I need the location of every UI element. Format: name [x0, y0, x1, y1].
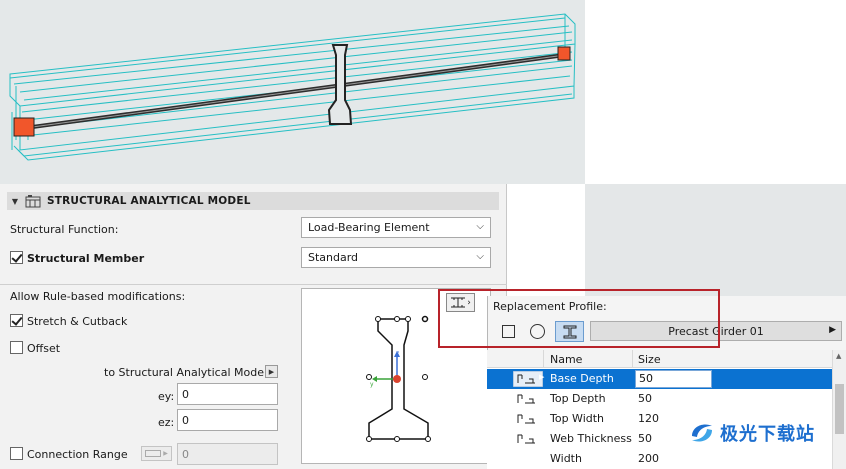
play-arrow-icon: ▶ [829, 325, 836, 335]
offset-label: Offset [27, 342, 61, 355]
structural-function-select[interactable]: Load-Bearing Element ⌵ [301, 217, 491, 238]
column-divider [543, 350, 544, 368]
structural-member-checkbox[interactable] [10, 251, 23, 264]
scroll-up-icon[interactable]: ▲ [836, 352, 841, 360]
structural-member-label: Structural Member [27, 252, 145, 265]
ez-input[interactable]: 0 [177, 409, 278, 431]
stretch-cutback-label: Stretch & Cutback [27, 315, 128, 328]
to-sam-label: to Structural Analytical Model [104, 366, 268, 379]
divider [0, 284, 507, 285]
row-size[interactable]: 200 [638, 452, 659, 465]
watermark: 极光下载站 [688, 418, 838, 448]
row-name: Top Width [550, 412, 605, 425]
table-row[interactable]: ▶ Base Depth 50 [487, 369, 832, 389]
parameter-icon [517, 414, 535, 424]
start-node-icon[interactable] [13, 117, 35, 137]
highlight-frame [438, 289, 720, 348]
settings-panel: ▼ STRUCTURAL ANALYTICAL MODEL Structural… [0, 184, 507, 469]
stretch-cutback-checkbox[interactable] [10, 314, 23, 327]
ey-label: ey: [158, 390, 175, 403]
table-row[interactable]: Width 200 [487, 449, 832, 469]
3d-viewport[interactable] [0, 0, 585, 184]
column-header-size[interactable]: Size [638, 353, 661, 366]
row-size-input[interactable]: 50 [635, 370, 712, 388]
structural-model-icon [23, 194, 43, 208]
play-arrow-icon: ▶ [163, 450, 168, 457]
girder-3d-model [9, 13, 576, 161]
chevron-down-icon: ⌵ [476, 251, 484, 262]
ey-input[interactable]: 0 [177, 383, 278, 405]
chevron-down-icon: ⌵ [476, 221, 484, 232]
connection-range-checkbox[interactable] [10, 447, 23, 460]
row-size[interactable]: 50 [638, 392, 652, 405]
column-header-name[interactable]: Name [550, 353, 582, 366]
watermark-text: 极光下载站 [720, 424, 815, 445]
row-size[interactable]: 120 [638, 412, 659, 425]
row-name: Top Depth [550, 392, 606, 405]
table-row[interactable]: Top Depth 50 [487, 389, 832, 409]
watermark-logo-icon [692, 424, 712, 442]
range-type-button[interactable]: ▶ [141, 446, 172, 461]
ez-label: ez: [158, 416, 175, 429]
allow-rule-label: Allow Rule-based modifications: [10, 290, 186, 303]
offset-checkbox[interactable] [10, 341, 23, 354]
column-divider [632, 350, 633, 368]
collapse-caret-icon[interactable]: ▼ [7, 197, 23, 206]
panel-header[interactable]: ▼ STRUCTURAL ANALYTICAL MODEL [7, 192, 499, 210]
parameter-icon [517, 434, 535, 444]
panel-title: STRUCTURAL ANALYTICAL MODEL [47, 195, 251, 207]
end-node-icon[interactable] [557, 46, 571, 61]
structural-member-value: Standard [308, 251, 359, 264]
ez-value: 0 [182, 413, 189, 427]
row-size[interactable]: 50 [638, 432, 652, 445]
canvas-background [585, 184, 846, 296]
row-name: Width [550, 452, 582, 465]
range-bar-icon [145, 450, 162, 457]
row-name: Web Thickness [550, 432, 632, 445]
connection-range-value: 0 [182, 447, 189, 461]
structural-member-select[interactable]: Standard ⌵ [301, 247, 491, 268]
structural-function-label: Structural Function: [10, 223, 119, 236]
connection-range-input[interactable]: 0 [177, 443, 278, 465]
expand-arrow-icon[interactable]: ▶ [539, 373, 544, 381]
svg-text:z: z [396, 350, 399, 357]
play-arrow-button[interactable]: ▶ [265, 365, 278, 378]
structural-function-value: Load-Bearing Element [308, 221, 430, 234]
table-scrollbar[interactable]: ▲ [832, 350, 846, 469]
parameter-icon [517, 394, 535, 404]
ey-value: 0 [182, 387, 189, 401]
parameter-table: Name Size ▶ Base Depth 50 Top Depth 50 T… [487, 350, 846, 469]
row-name: Base Depth [550, 372, 614, 385]
connection-range-label: Connection Range [27, 448, 128, 461]
svg-text:y: y [370, 381, 374, 388]
table-header: Name Size [487, 350, 832, 368]
